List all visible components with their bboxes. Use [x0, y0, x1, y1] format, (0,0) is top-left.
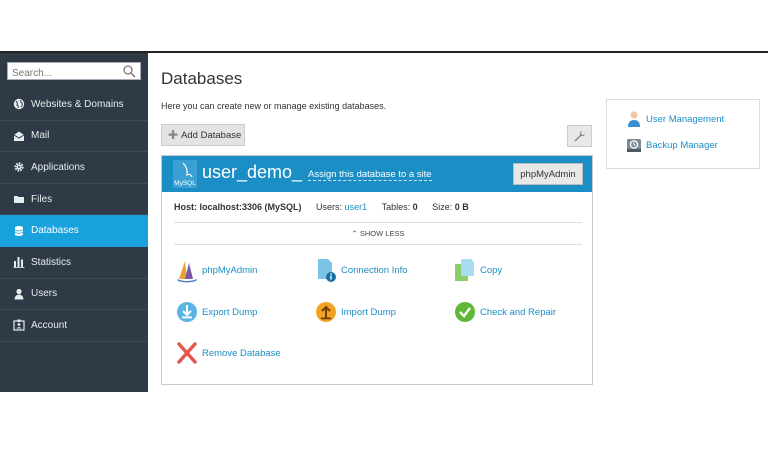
main-content: Databases Here you can create new or man…: [148, 53, 768, 392]
phpmyadmin-button[interactable]: phpMyAdmin: [513, 163, 583, 185]
action-export-dump[interactable]: Export Dump: [175, 299, 257, 325]
globe-icon: [13, 99, 25, 110]
sidebar-item-websites-domains[interactable]: Websites & Domains: [0, 89, 148, 121]
user-management-link[interactable]: User Management: [626, 110, 724, 128]
database-icon: [14, 225, 24, 236]
host-info: Host: localhost:3306 (MySQL): [174, 202, 302, 212]
app-window: Websites & Domains Mail Applications Fil…: [0, 51, 768, 392]
sidebar-item-label: Websites & Domains: [31, 98, 124, 110]
action-remove-database[interactable]: Remove Database: [175, 340, 281, 366]
action-check-repair[interactable]: Check and Repair: [453, 299, 556, 325]
sidebar-item-mail[interactable]: Mail: [0, 121, 148, 153]
tables-label: Tables:: [381, 202, 411, 212]
bar-chart-icon: [13, 257, 25, 269]
database-name: user_demo_: [202, 162, 303, 182]
backup-manager-link[interactable]: Backup Manager: [626, 136, 718, 154]
sidebar-item-label: Statistics: [31, 256, 72, 268]
show-less-label: SHOW LESS: [359, 229, 405, 238]
divider: [174, 222, 582, 223]
sidebar-item-databases[interactable]: Databases: [0, 215, 148, 247]
database-header: MySQL user_demo_ Assign this database to…: [162, 156, 592, 192]
action-connection-info[interactable]: Connection Info: [314, 257, 408, 283]
search-input[interactable]: [8, 65, 118, 82]
user-management-label: User Management: [646, 113, 725, 125]
sidebar-item-statistics[interactable]: Statistics: [0, 247, 148, 279]
action-label: Remove Database: [202, 347, 281, 359]
database-panel: MySQL user_demo_ Assign this database to…: [161, 155, 593, 385]
sidebar-nav: Websites & Domains Mail Applications Fil…: [0, 89, 148, 342]
export-dump-icon: [177, 302, 197, 322]
search-icon[interactable]: [122, 64, 136, 78]
sidebar-item-users[interactable]: Users: [0, 279, 148, 311]
wrench-icon: [574, 130, 585, 141]
envelope-icon: [13, 131, 25, 141]
sidebar-item-label: Account: [31, 319, 68, 331]
add-database-button[interactable]: ✚ Add Database: [161, 124, 245, 146]
copy-icon: [455, 259, 474, 281]
sidebar-item-files[interactable]: Files: [0, 184, 148, 216]
chevron-up-icon: ⌃: [351, 229, 358, 238]
user-management-icon: [628, 111, 640, 127]
divider: [174, 244, 582, 245]
users-label: Users:: [316, 202, 343, 212]
folder-icon: [14, 196, 24, 204]
size-value: 0 B: [454, 202, 469, 212]
show-less-toggle[interactable]: ⌃ SHOW LESS: [162, 229, 594, 238]
size-label: Size:: [432, 202, 453, 212]
sidebar-item-account[interactable]: Account: [0, 310, 148, 342]
action-label: Check and Repair: [480, 306, 557, 318]
backup-manager-label: Backup Manager: [646, 139, 718, 151]
sidebar-item-label: Databases: [31, 225, 79, 237]
action-label: Copy: [480, 264, 503, 276]
mysql-logo-icon: MySQL: [173, 160, 197, 188]
search-box: [7, 62, 141, 82]
action-import-dump[interactable]: Import Dump: [314, 299, 396, 325]
action-label: phpMyAdmin: [202, 264, 258, 276]
action-label: Connection Info: [341, 264, 408, 276]
assign-site-link[interactable]: Assign this database to a site: [308, 169, 432, 181]
add-database-label: Add Database: [181, 129, 242, 141]
sidebar-item-label: Files: [31, 193, 53, 205]
page-description: Here you can create new or manage existi…: [161, 101, 387, 111]
sidebar-item-label: Applications: [31, 161, 85, 173]
tables-value: 0: [412, 202, 418, 212]
action-label: Export Dump: [202, 306, 258, 318]
settings-tool-button[interactable]: [567, 125, 592, 147]
database-info: Host: localhost:3306 (MySQL) Users: user…: [174, 202, 469, 212]
gear-icon: [14, 162, 24, 173]
sidebar: Websites & Domains Mail Applications Fil…: [0, 53, 148, 392]
mysql-logo-text: MySQL: [174, 180, 196, 187]
action-label: Import Dump: [341, 306, 396, 318]
action-copy[interactable]: Copy: [453, 257, 502, 283]
id-card-icon: [13, 319, 25, 332]
check-icon: [455, 302, 475, 322]
user-link[interactable]: user1: [345, 202, 368, 212]
backup-manager-icon: [627, 139, 641, 152]
plus-icon: ✚: [168, 128, 179, 142]
import-dump-icon: [316, 302, 336, 322]
sidebar-item-label: Mail: [31, 130, 50, 142]
sidebar-item-label: Users: [31, 288, 58, 300]
user-icon: [14, 288, 24, 300]
remove-icon: [177, 342, 197, 364]
side-tools-box: User Management Backup Manager: [606, 99, 760, 169]
phpmyadmin-icon: [177, 261, 197, 283]
action-phpmyadmin[interactable]: phpMyAdmin: [175, 257, 257, 283]
page-title: Databases: [161, 69, 243, 88]
sidebar-item-applications[interactable]: Applications: [0, 152, 148, 184]
connection-info-icon: [318, 259, 336, 282]
